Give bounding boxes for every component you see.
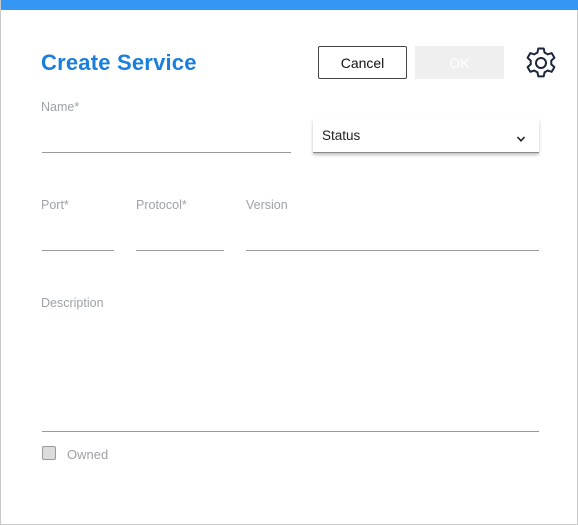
ok-button[interactable]: OK <box>415 46 504 79</box>
version-field[interactable] <box>246 222 539 251</box>
port-field[interactable] <box>42 222 114 251</box>
name-field[interactable] <box>42 124 291 153</box>
status-select[interactable]: Status <box>313 119 539 153</box>
owned-checkbox[interactable] <box>42 446 56 460</box>
dialog-top-accent-bar <box>1 0 578 10</box>
port-label: Port* <box>41 198 69 212</box>
status-select-value: Status <box>322 128 361 143</box>
protocol-label: Protocol* <box>136 198 187 212</box>
owned-label: Owned <box>67 447 109 462</box>
create-service-dialog: Create Service Cancel OK Name* Status Po… <box>0 0 578 525</box>
dialog-title: Create Service <box>41 50 197 75</box>
description-label: Description <box>41 296 104 310</box>
name-label: Name* <box>41 100 80 114</box>
description-field[interactable] <box>42 320 539 432</box>
version-label: Version <box>246 198 288 212</box>
gear-icon[interactable] <box>523 45 559 81</box>
chevron-down-icon <box>516 131 526 142</box>
cancel-button[interactable]: Cancel <box>318 46 407 79</box>
protocol-field[interactable] <box>136 222 224 251</box>
